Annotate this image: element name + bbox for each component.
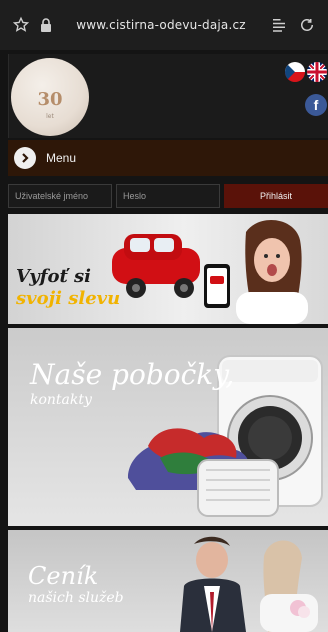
facebook-icon[interactable]: f [305,94,327,116]
pricing-subtitle: našich služeb [28,590,124,606]
logo-number: 30 [37,88,63,110]
reload-icon[interactable] [296,14,318,36]
promo-banner-slevu[interactable]: Vyfoť si svoji slevu [8,214,328,324]
star-icon[interactable] [10,14,32,36]
menu-label[interactable]: Menu [46,151,76,165]
username-field[interactable] [8,184,112,208]
pricing-banner[interactable]: Ceník našich služeb [8,530,328,632]
branches-title: Naše pobočky, [30,358,235,391]
browser-toolbar: www.cistirna-odevu-daja.cz [0,0,328,50]
promo-line2: svoji slevu [16,288,121,309]
flag-uk-icon[interactable] [307,62,327,82]
flag-cz-icon[interactable] [285,62,305,82]
lock-icon [38,14,54,36]
promo-line1: Vyfoť si [16,266,91,287]
login-form: Přihlásit [8,184,328,208]
menu-bar[interactable]: Menu [8,140,328,176]
chevron-right-icon[interactable] [14,147,36,169]
branches-banner[interactable]: Naše pobočky, kontakty [8,328,328,526]
logo[interactable]: 30 let [11,58,89,136]
reader-mode-icon[interactable] [268,14,290,36]
pricing-title: Ceník [28,562,99,590]
logo-sub: let [46,113,54,120]
login-button[interactable]: Přihlásit [224,184,328,208]
address-bar[interactable]: www.cistirna-odevu-daja.cz [54,18,268,32]
password-field[interactable] [116,184,220,208]
branches-subtitle: kontakty [30,392,92,408]
site-header: 30 let f [8,54,328,138]
